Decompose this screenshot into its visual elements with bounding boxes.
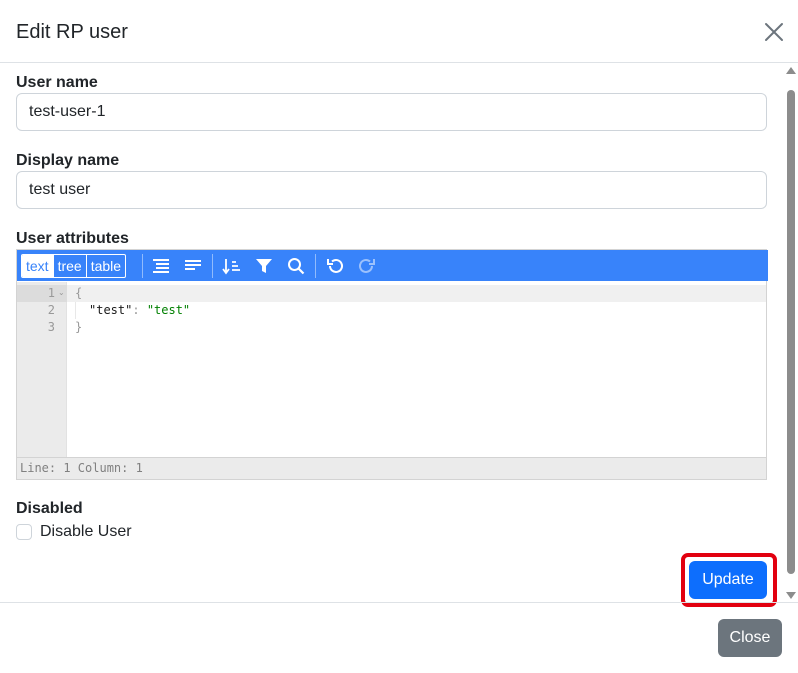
json-key: "test" bbox=[89, 303, 133, 317]
redo-icon[interactable] bbox=[356, 255, 378, 277]
mode-table-button[interactable]: table bbox=[87, 255, 125, 277]
mode-tree-button[interactable]: tree bbox=[54, 255, 87, 277]
username-label: User name bbox=[16, 74, 98, 91]
display-name-input[interactable] bbox=[16, 171, 767, 209]
modal-header: Edit RP user bbox=[0, 0, 798, 63]
disable-user-label[interactable]: Disable User bbox=[40, 522, 132, 542]
sort-icon[interactable] bbox=[221, 255, 243, 277]
mode-switch: text tree table bbox=[21, 254, 127, 278]
active-line-highlight bbox=[17, 285, 766, 302]
scroll-up-arrow-icon[interactable] bbox=[786, 67, 796, 74]
json-value: "test" bbox=[146, 303, 191, 317]
compact-icon[interactable] bbox=[182, 255, 204, 277]
mode-text-button[interactable]: text bbox=[22, 255, 54, 277]
filter-icon[interactable] bbox=[253, 255, 275, 277]
format-icon[interactable] bbox=[150, 255, 172, 277]
code-area[interactable]: 1 ⌄ 2 3 { "test": "test" } bbox=[17, 282, 766, 457]
username-input[interactable] bbox=[16, 93, 767, 131]
fold-arrow-icon[interactable]: ⌄ bbox=[58, 288, 65, 297]
close-button[interactable]: Close bbox=[718, 619, 782, 657]
close-x-icon[interactable] bbox=[760, 18, 788, 46]
menu-divider bbox=[142, 254, 143, 278]
code-close-brace: } bbox=[75, 320, 83, 334]
search-icon[interactable] bbox=[285, 255, 307, 277]
display-name-label: Display name bbox=[16, 152, 120, 169]
scroll-down-arrow-icon[interactable] bbox=[786, 592, 796, 599]
indent-guide bbox=[75, 302, 76, 319]
user-attributes-label: User attributes bbox=[16, 230, 129, 247]
menu-divider bbox=[315, 254, 316, 278]
code-open-brace: { bbox=[75, 286, 83, 300]
update-button[interactable]: Update bbox=[689, 561, 767, 599]
disable-user-checkbox[interactable] bbox=[16, 524, 32, 540]
scrollbar-thumb[interactable] bbox=[787, 90, 795, 574]
modal-title: Edit RP user bbox=[16, 21, 128, 43]
editor-menu: text tree table bbox=[17, 250, 768, 281]
menu-divider bbox=[212, 254, 213, 278]
json-editor[interactable]: text tree table 1 ⌄ 2 3 {"test": "test"… bbox=[16, 249, 768, 480]
undo-icon[interactable] bbox=[324, 255, 346, 277]
code-line-2: "test": "test" bbox=[89, 302, 190, 319]
line-number: 3 bbox=[47, 320, 55, 334]
line-number: 1 bbox=[47, 286, 55, 300]
editor-statusbar: Line: 1 Column: 1 bbox=[17, 457, 766, 479]
scrollbar[interactable] bbox=[782, 64, 798, 602]
line-number: 2 bbox=[47, 303, 55, 317]
disabled-label: Disabled bbox=[16, 500, 83, 517]
json-colon: : bbox=[132, 303, 147, 317]
modal-footer bbox=[0, 602, 798, 673]
